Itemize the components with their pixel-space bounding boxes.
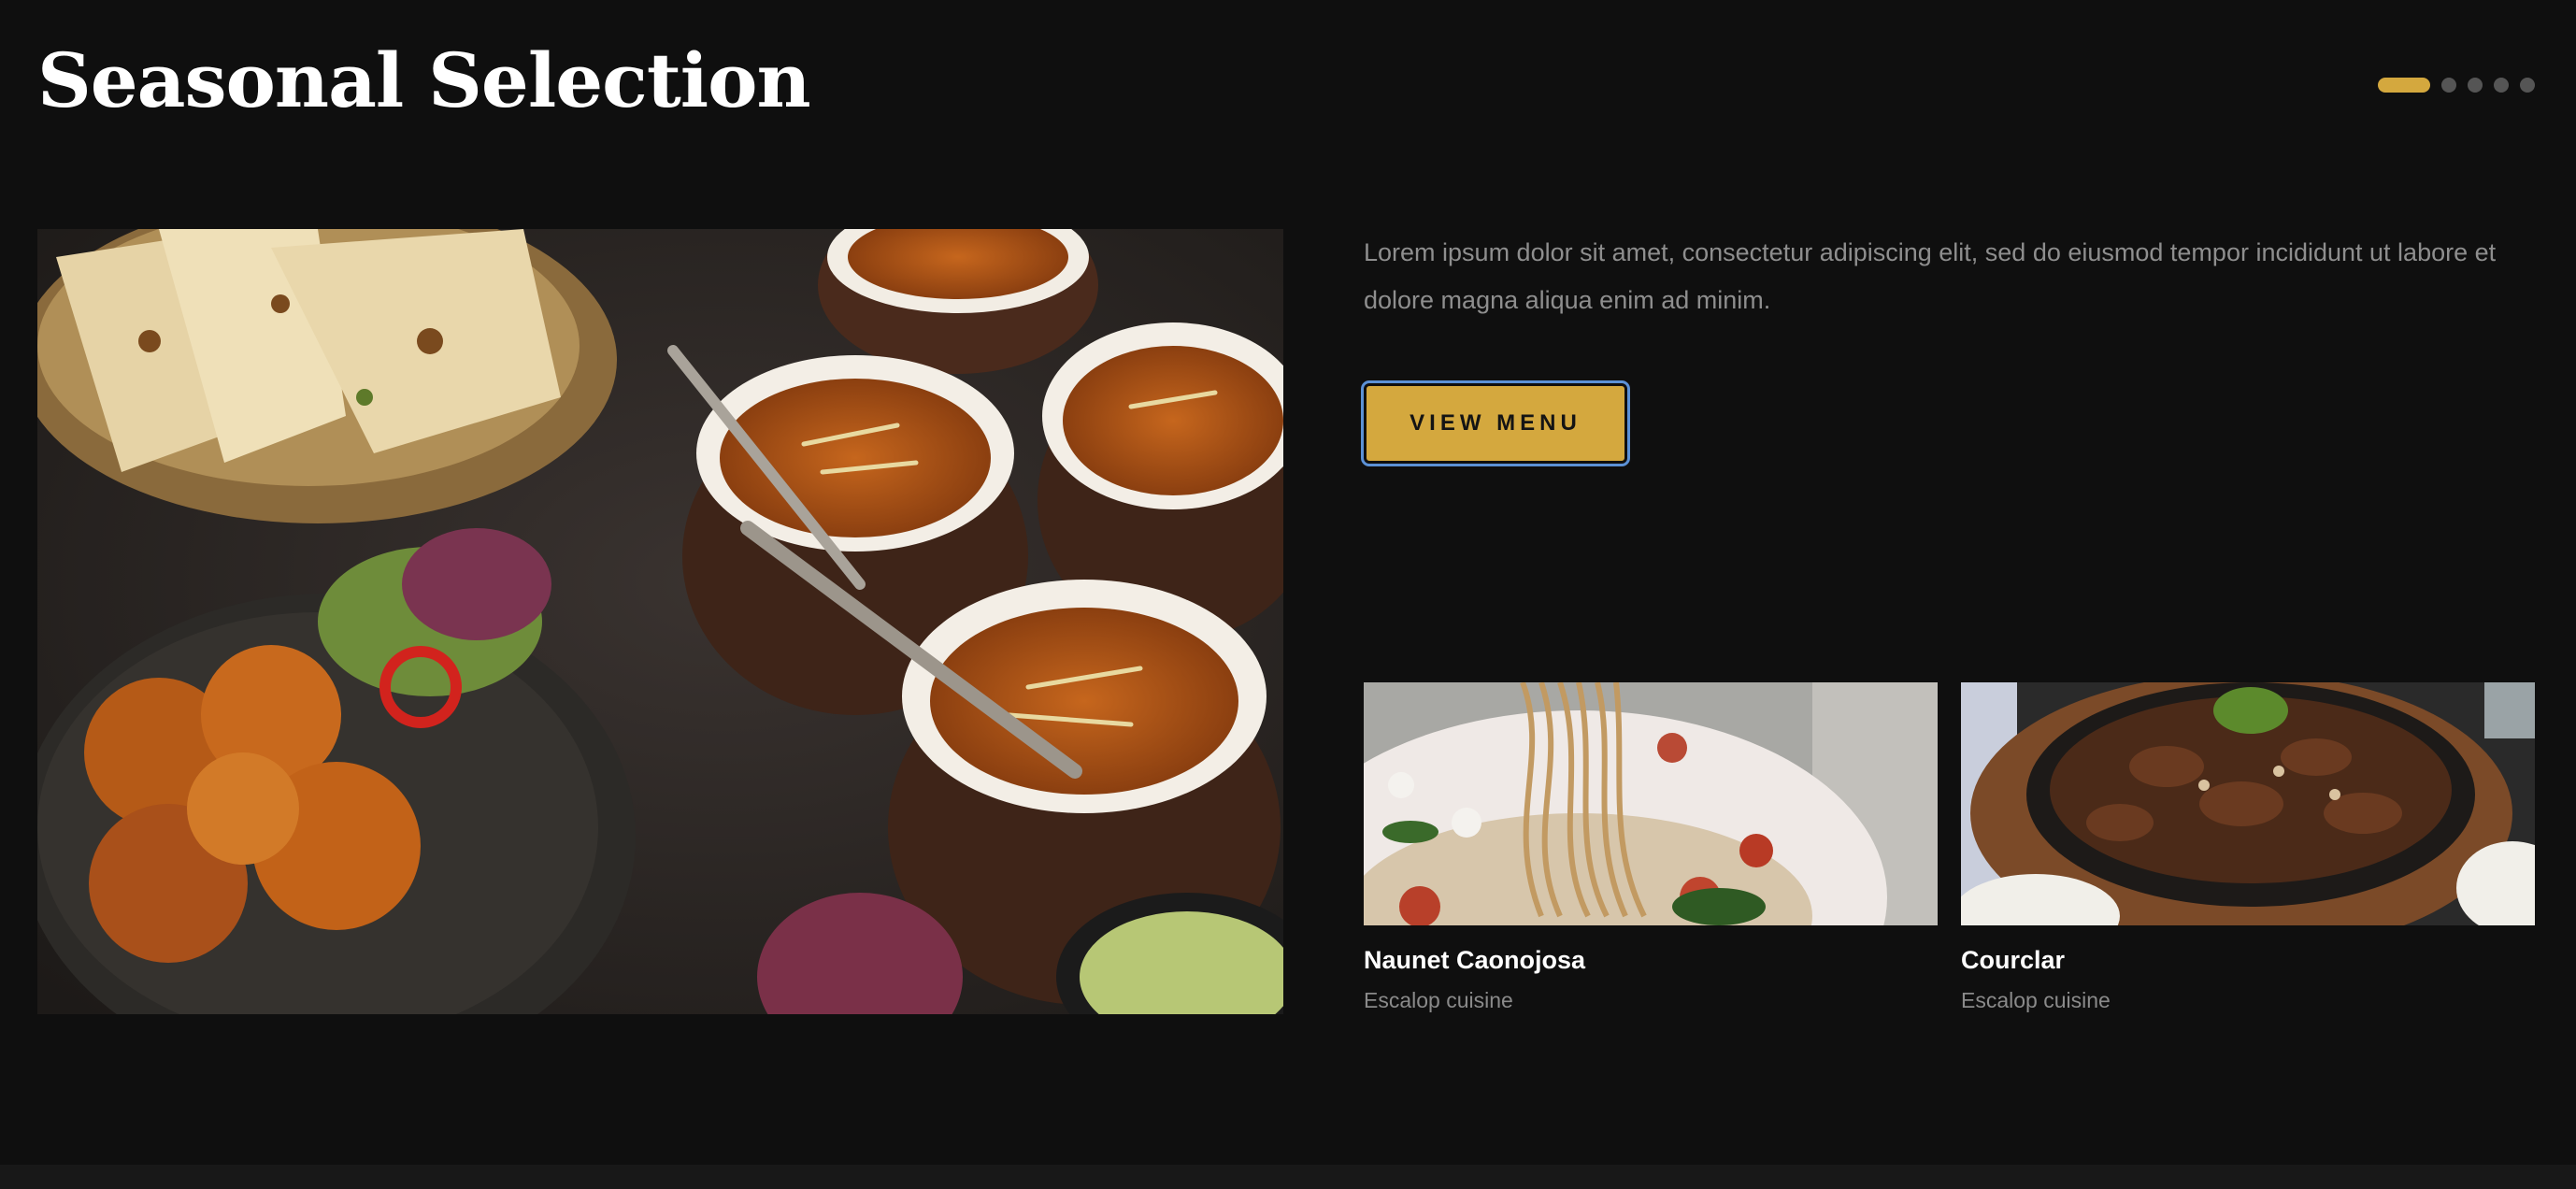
pagination-dot-1[interactable] xyxy=(2378,78,2430,93)
menu-card-title: Courclar xyxy=(1961,946,2066,974)
section-description: Lorem ipsum dolor sit amet, consectetur … xyxy=(1364,238,2497,314)
pagination-dot-2[interactable] xyxy=(2441,78,2456,93)
menu-card-subtitle: Escalop cuisine xyxy=(1364,988,1513,1012)
sizzling-beef-image xyxy=(1961,682,2535,925)
pagination-dot-5[interactable] xyxy=(2520,78,2535,93)
spaghetti-image xyxy=(1364,682,1938,925)
footer-edge xyxy=(0,1165,2576,1189)
hero-food-image xyxy=(37,229,1283,1014)
slider-pagination xyxy=(2378,78,2535,93)
menu-card-subtitle: Escalop cuisine xyxy=(1961,988,2111,1012)
pagination-dot-4[interactable] xyxy=(2494,78,2509,93)
menu-card-title: Naunet Caonojosa xyxy=(1364,946,1586,974)
page-title: Seasonal Selection xyxy=(37,36,811,124)
pagination-dot-3[interactable] xyxy=(2468,78,2483,93)
view-menu-button[interactable]: VIEW MENU xyxy=(1361,380,1630,466)
menu-card-2[interactable]: Courclar Escalop cuisine xyxy=(1961,682,2535,1013)
menu-card-1[interactable]: Naunet Caonojosa Escalop cuisine xyxy=(1364,682,1938,1013)
